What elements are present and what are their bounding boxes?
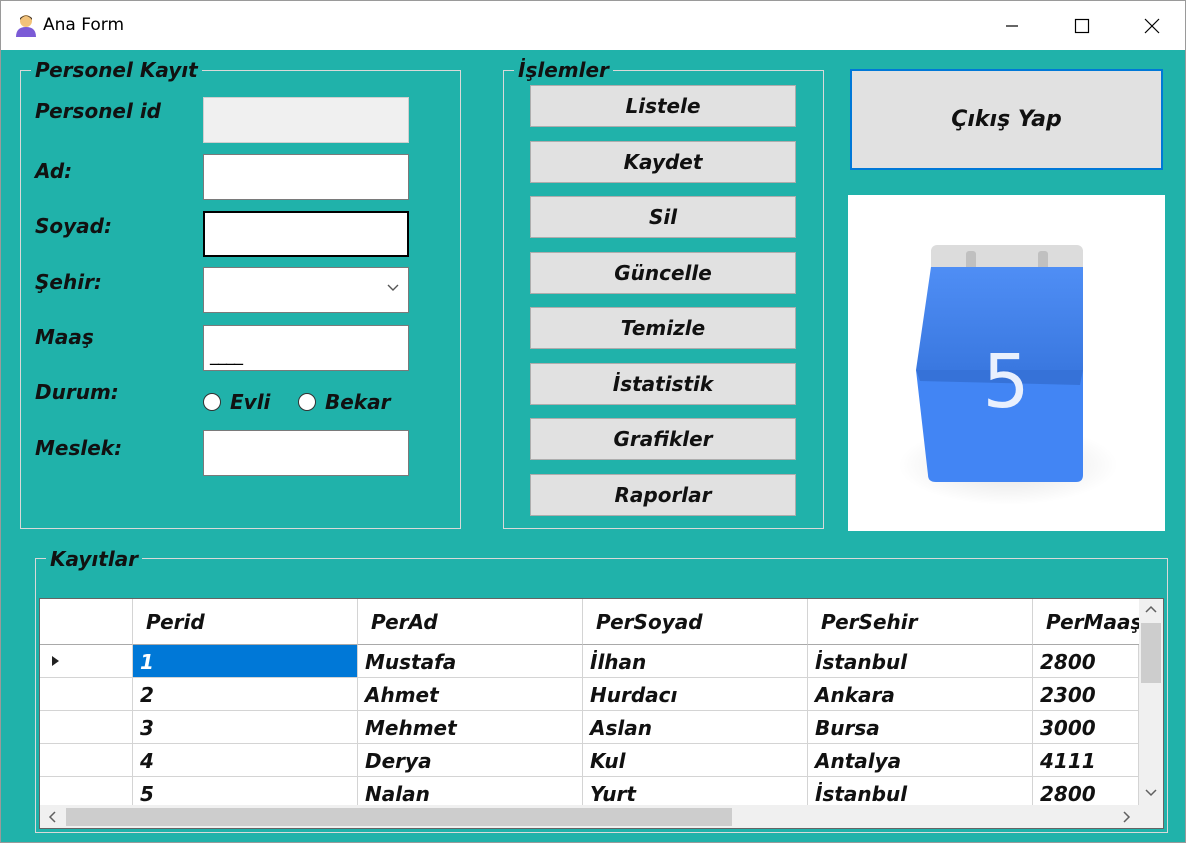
bekar-radio[interactable]: Bekar: [298, 390, 390, 414]
islemler-group: [503, 70, 824, 529]
vertical-scroll-thumb[interactable]: [1141, 623, 1161, 683]
guncelle-button[interactable]: Güncelle: [530, 252, 796, 294]
table-cell[interactable]: 4111: [1033, 744, 1139, 777]
records-grid[interactable]: Perid PerAd PerSoyad PerSehir PerMaaş 1 …: [39, 598, 1164, 829]
maas-masked-field[interactable]: ____: [203, 325, 409, 371]
table-cell[interactable]: İlhan: [583, 645, 808, 678]
evli-radio-circle[interactable]: [203, 393, 221, 411]
row-header[interactable]: [40, 678, 133, 711]
scroll-left-icon[interactable]: [42, 805, 64, 829]
evli-radio[interactable]: Evli: [203, 390, 270, 414]
personel-id-field: [203, 97, 409, 143]
sehir-combobox[interactable]: [203, 267, 409, 313]
minimize-button[interactable]: [977, 1, 1047, 50]
close-icon: [1144, 18, 1160, 33]
bekar-label: Bekar: [325, 390, 391, 414]
table-cell[interactable]: 2300: [1033, 678, 1139, 711]
minimize-icon: [1006, 24, 1018, 27]
table-cell[interactable]: 2: [133, 678, 358, 711]
table-cell[interactable]: Aslan: [583, 711, 808, 744]
personel-id-label: Personel id: [35, 99, 161, 123]
meslek-label: Meslek:: [35, 436, 123, 460]
islemler-legend: İşlemler: [514, 59, 613, 81]
calendar-icon: 5: [898, 245, 1118, 505]
bekar-radio-circle[interactable]: [298, 393, 316, 411]
maximize-button[interactable]: [1047, 1, 1117, 50]
kaydet-button[interactable]: Kaydet: [530, 141, 796, 183]
current-row-arrow-icon: [52, 656, 59, 666]
table-cell[interactable]: Ankara: [808, 678, 1033, 711]
meslek-field[interactable]: [203, 430, 409, 476]
column-header-persoyad[interactable]: PerSoyad: [583, 599, 808, 645]
temizle-button[interactable]: Temizle: [530, 307, 796, 349]
horizontal-scrollbar[interactable]: [40, 805, 1139, 829]
table-cell[interactable]: Kul: [583, 744, 808, 777]
calendar-picture: 5: [848, 195, 1165, 531]
sil-button[interactable]: Sil: [530, 196, 796, 238]
table-cell[interactable]: Hurdacı: [583, 678, 808, 711]
listele-button[interactable]: Listele: [530, 85, 796, 127]
durum-label: Durum:: [35, 380, 119, 404]
row-header[interactable]: [40, 744, 133, 777]
calendar-number: 5: [982, 339, 1029, 425]
row-header-current[interactable]: [40, 645, 133, 678]
exit-button[interactable]: Çıkış Yap: [850, 69, 1163, 170]
table-cell[interactable]: Antalya: [808, 744, 1033, 777]
column-header-persehir[interactable]: PerSehir: [808, 599, 1033, 645]
table-cell[interactable]: 4: [133, 744, 358, 777]
title-bar[interactable]: Ana Form: [1, 1, 1185, 50]
window-title: Ana Form: [43, 15, 125, 35]
table-cell[interactable]: Bursa: [808, 711, 1033, 744]
table-cell[interactable]: 2800: [1033, 645, 1139, 678]
table-cell[interactable]: 1: [133, 645, 358, 678]
scroll-down-icon[interactable]: [1139, 781, 1163, 803]
vertical-scrollbar[interactable]: [1139, 599, 1163, 805]
chevron-down-icon[interactable]: [386, 280, 400, 294]
evli-label: Evli: [230, 390, 271, 414]
row-header-column: [40, 599, 133, 645]
scroll-up-icon[interactable]: [1139, 599, 1163, 621]
maas-mask: ____: [210, 345, 243, 366]
table-cell[interactable]: Mustafa: [358, 645, 583, 678]
column-header-perad[interactable]: PerAd: [358, 599, 583, 645]
ad-field[interactable]: [203, 154, 409, 200]
close-button[interactable]: [1117, 1, 1187, 50]
row-header[interactable]: [40, 711, 133, 744]
column-header-perid[interactable]: Perid: [133, 599, 358, 645]
table-cell[interactable]: İstanbul: [808, 645, 1033, 678]
raporlar-button[interactable]: Raporlar: [530, 474, 796, 516]
table-cell[interactable]: Ahmet: [358, 678, 583, 711]
table-cell[interactable]: 3000: [1033, 711, 1139, 744]
user-avatar-icon: [16, 15, 36, 37]
ad-label: Ad:: [35, 159, 73, 183]
main-window: Ana Form Personel Kayıt Personel id Ad: …: [0, 0, 1186, 843]
personel-kayit-legend: Personel Kayıt: [31, 59, 202, 81]
scroll-right-icon[interactable]: [1115, 805, 1137, 829]
kayitlar-legend: Kayıtlar: [46, 548, 143, 570]
sehir-label: Şehir:: [35, 270, 102, 294]
table-cell[interactable]: 3: [133, 711, 358, 744]
istatistik-button[interactable]: İstatistik: [530, 363, 796, 405]
table-cell[interactable]: Mehmet: [358, 711, 583, 744]
table-cell[interactable]: Derya: [358, 744, 583, 777]
maximize-icon: [1074, 18, 1090, 33]
scrollbar-corner: [1139, 805, 1163, 828]
horizontal-scroll-thumb[interactable]: [66, 808, 732, 826]
soyad-field[interactable]: [203, 211, 409, 257]
maas-label: Maaş: [35, 325, 94, 349]
grafikler-button[interactable]: Grafikler: [530, 418, 796, 460]
soyad-label: Soyad:: [35, 214, 112, 238]
